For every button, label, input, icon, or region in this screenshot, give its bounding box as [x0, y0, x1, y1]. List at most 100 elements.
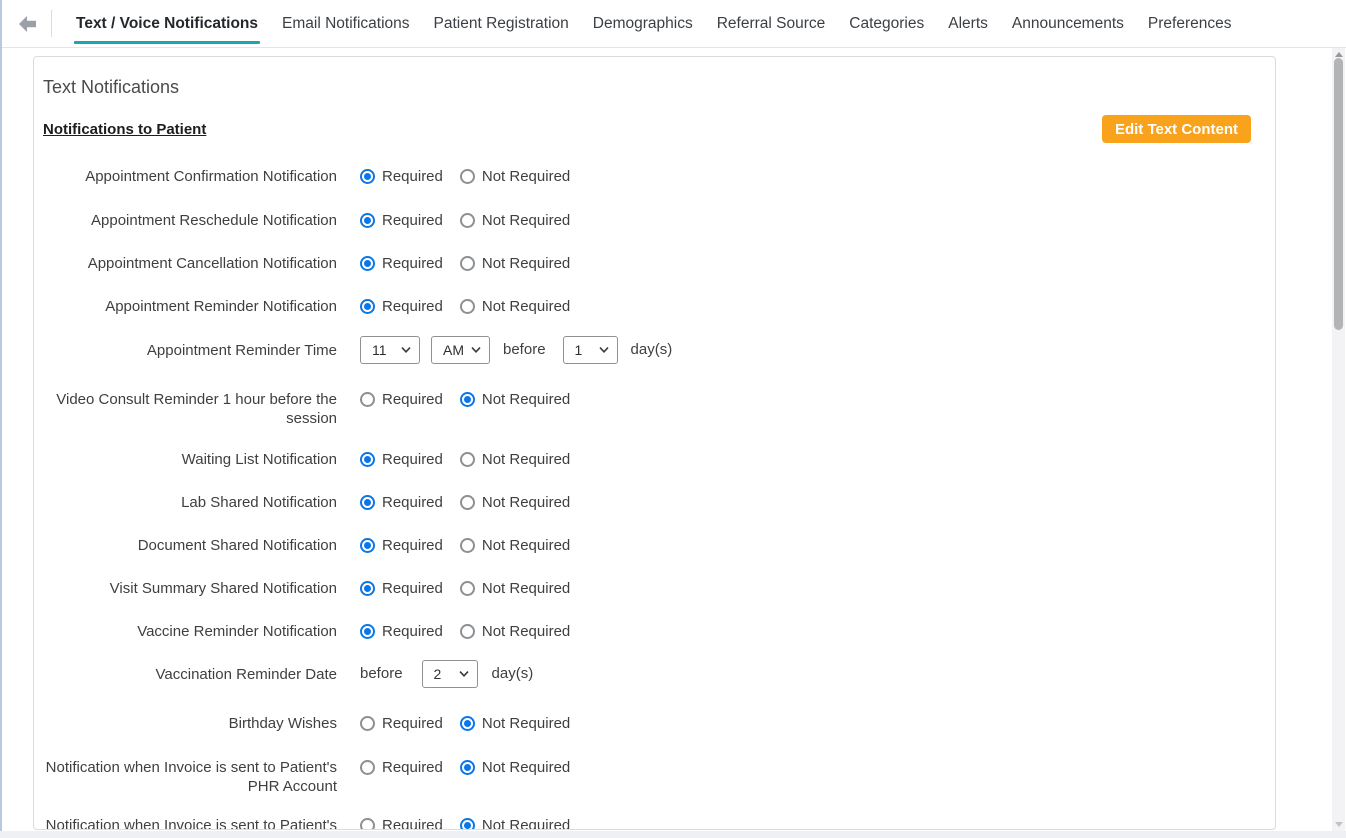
row-label: Notification when Invoice is sent to Pat… — [43, 816, 360, 830]
scroll-down-arrow-icon[interactable] — [1332, 820, 1345, 830]
not-required-option[interactable]: Not Required — [460, 211, 570, 230]
vertical-scrollbar[interactable] — [1332, 48, 1345, 831]
not-required-option[interactable]: Not Required — [460, 254, 570, 273]
required-option[interactable]: Required — [360, 450, 443, 469]
radio-option-label: Required — [382, 167, 443, 186]
radio-icon — [360, 169, 375, 184]
setting-row: Document Shared Notification Required Not … — [43, 536, 1266, 555]
radio-icon — [460, 538, 475, 553]
radio-option-label: Required — [382, 536, 443, 555]
setting-row: Vaccination Reminder Datebefore2day(s) — [43, 660, 1266, 688]
tabbar-divider — [51, 10, 52, 37]
edit-text-content-button[interactable]: Edit Text Content — [1102, 115, 1251, 143]
tab-referral-source[interactable]: Referral Source — [705, 0, 838, 47]
radio-option-label: Required — [382, 211, 443, 230]
radio-icon — [460, 452, 475, 467]
row-label: Vaccine Reminder Notification — [43, 622, 360, 641]
radio-icon — [360, 392, 375, 407]
radio-option-label: Required — [382, 493, 443, 512]
reminder-controls: 11AMbefore1day(s) — [360, 336, 672, 364]
days-select[interactable]: 2 — [422, 660, 478, 688]
setting-row: Visit Summary Shared NotificationRequire… — [43, 579, 1266, 598]
radio-option-label: Not Required — [482, 450, 570, 469]
window-bottom-edge — [0, 831, 1346, 838]
tab-preferences[interactable]: Preferences — [1136, 0, 1244, 47]
radio-icon — [460, 624, 475, 639]
tab-alerts[interactable]: Alerts — [936, 0, 1000, 47]
radio-icon — [460, 581, 475, 596]
radio-icon — [460, 213, 475, 228]
tab-announcements[interactable]: Announcements — [1000, 0, 1136, 47]
required-option[interactable]: Required — [360, 493, 443, 512]
back-arrow-icon — [18, 15, 38, 33]
required-option[interactable]: Required — [360, 254, 443, 273]
setting-row: Lab Shared NotificationRequiredNot Requi… — [43, 493, 1266, 512]
required-option[interactable]: Required — [360, 714, 443, 733]
row-label: Notification when Invoice is sent to Pat… — [43, 758, 360, 796]
hour-select[interactable]: 11 — [360, 336, 420, 364]
chevron-down-icon — [401, 347, 411, 353]
not-required-option[interactable]: Not Required — [460, 622, 570, 641]
radio-option-label: Not Required — [482, 493, 570, 512]
radio-option-label: Required — [382, 816, 443, 830]
radio-group: Required Not Required — [360, 297, 570, 316]
radio-icon — [460, 169, 475, 184]
not-required-option[interactable]: Not Required — [460, 714, 570, 733]
chevron-down-icon — [599, 347, 609, 353]
required-option[interactable]: Required — [360, 297, 443, 316]
radio-option-label: Required — [382, 622, 443, 641]
radio-option-label: Required — [382, 390, 443, 409]
row-label: Video Consult Reminder 1 hour before the… — [43, 390, 360, 428]
required-option[interactable]: Required — [360, 816, 443, 830]
required-option[interactable]: Required — [360, 536, 443, 555]
not-required-option[interactable]: Not Required — [460, 493, 570, 512]
not-required-option[interactable]: Not Required — [460, 536, 570, 555]
radio-option-label: Not Required — [482, 714, 570, 733]
radio-icon — [460, 392, 475, 407]
setting-row: Video Consult Reminder 1 hour before the… — [43, 390, 1266, 428]
radio-icon — [460, 818, 475, 830]
select-value: 1 — [575, 342, 583, 358]
radio-icon — [460, 495, 475, 510]
row-label: Appointment Reschedule Notification — [43, 211, 360, 230]
radio-option-label: Not Required — [482, 390, 570, 409]
setting-row: Appointment Confirmation NotificationReq… — [43, 167, 1266, 186]
meridiem-select[interactable]: AM — [431, 336, 490, 364]
tab-demographics[interactable]: Demographics — [581, 0, 705, 47]
scrollbar-thumb[interactable] — [1334, 58, 1343, 330]
notification-rows: Appointment Confirmation NotificationReq… — [43, 167, 1266, 830]
radio-icon — [360, 213, 375, 228]
chevron-down-icon — [471, 347, 481, 353]
text-notifications-panel: Text Notifications Notifications to Pati… — [33, 56, 1276, 830]
row-label: Document Shared Notification — [43, 536, 360, 555]
tab-email-notifications[interactable]: Email Notifications — [270, 0, 422, 47]
days-select[interactable]: 1 — [563, 336, 618, 364]
settings-window: Text / Voice NotificationsEmail Notifica… — [0, 0, 1346, 838]
required-option[interactable]: Required — [360, 390, 443, 409]
radio-icon — [460, 256, 475, 271]
not-required-option[interactable]: Not Required — [460, 816, 570, 830]
not-required-option[interactable]: Not Required — [460, 579, 570, 598]
not-required-option[interactable]: Not Required — [460, 167, 570, 186]
required-option[interactable]: Required — [360, 758, 443, 777]
not-required-option[interactable]: Not Required — [460, 297, 570, 316]
radio-option-label: Required — [382, 714, 443, 733]
tab-patient-registration[interactable]: Patient Registration — [422, 0, 581, 47]
select-value: 2 — [434, 666, 442, 682]
select-value: 11 — [372, 342, 387, 358]
required-option[interactable]: Required — [360, 211, 443, 230]
reminder-controls: before2day(s) — [360, 660, 533, 688]
radio-group: Required Not Required — [360, 622, 570, 641]
tab-text-voice-notifications[interactable]: Text / Voice Notifications — [64, 0, 270, 47]
required-option[interactable]: Required — [360, 622, 443, 641]
not-required-option[interactable]: Not Required — [460, 390, 570, 409]
tab-categories[interactable]: Categories — [837, 0, 936, 47]
not-required-option[interactable]: Not Required — [460, 758, 570, 777]
window-left-edge — [0, 0, 2, 831]
required-option[interactable]: Required — [360, 167, 443, 186]
radio-group: Required Not Required — [360, 450, 570, 469]
required-option[interactable]: Required — [360, 579, 443, 598]
not-required-option[interactable]: Not Required — [460, 450, 570, 469]
radio-icon — [460, 716, 475, 731]
back-button[interactable] — [12, 8, 44, 40]
